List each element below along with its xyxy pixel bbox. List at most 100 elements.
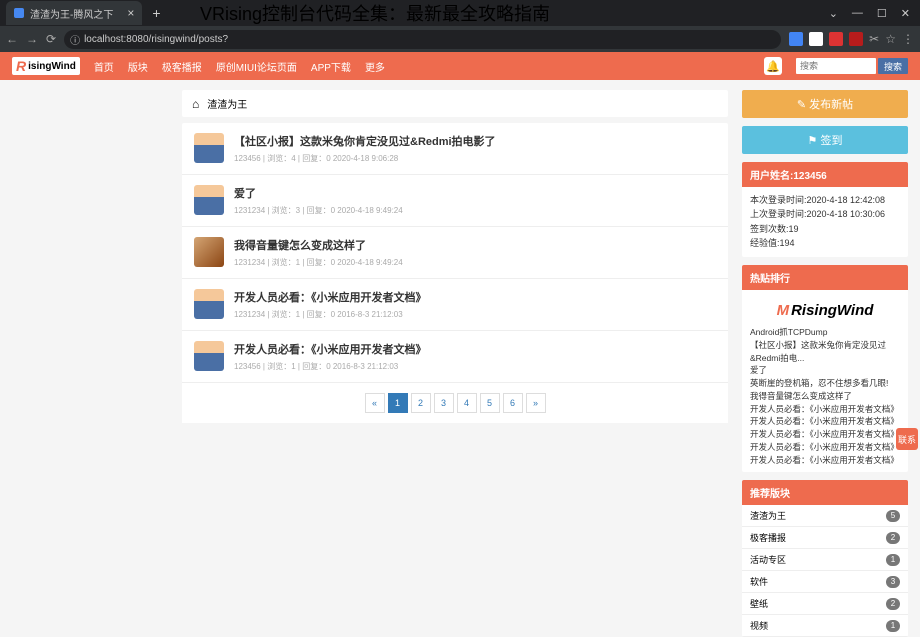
- user-info-line: 上次登录时间:2020-4-18 10:30:06: [750, 207, 900, 221]
- page-link[interactable]: 6: [503, 393, 523, 413]
- nav-boards[interactable]: 版块: [128, 59, 148, 74]
- browser-tab[interactable]: 渣渣为王-腾风之下 ×: [6, 1, 142, 25]
- post-title[interactable]: 开发人员必看：《小米应用开发者文档》: [234, 289, 716, 305]
- chevron-down-icon[interactable]: ⌄: [829, 7, 838, 20]
- count-badge: 1: [886, 620, 900, 632]
- rec-item[interactable]: 活动专区1: [742, 549, 908, 571]
- overlay-title: VRising控制台代码全集：最新最全攻略指南: [200, 0, 550, 26]
- post-meta: 1231234 | 浏览：3 | 回复：0 2020-4-18 9:49:24: [234, 205, 716, 216]
- url-input[interactable]: ⓘ localhost:8080/risingwind/posts?: [64, 30, 781, 49]
- post-meta: 1231234 | 浏览：1 | 回复：0 2016-8-3 21:12:03: [234, 309, 716, 320]
- avatar: [194, 289, 224, 319]
- hot-item[interactable]: 我得音量键怎么变成这样了: [750, 390, 900, 403]
- post-list: 【社区小报】这款米兔你肯定没见过&Redmi拍电影了 123456 | 浏览：4 …: [182, 123, 728, 383]
- post-meta: 123456 | 浏览：4 | 回复：0 2020-4-18 9:06:28: [234, 153, 716, 164]
- post-meta: 1231234 | 浏览：1 | 回复：0 2020-4-18 9:49:24: [234, 257, 716, 268]
- post-title[interactable]: 开发人员必看：《小米应用开发者文档》: [234, 341, 716, 357]
- site-search: 搜索: [796, 58, 908, 74]
- breadcrumb: ⌂ 渣渣为王: [182, 90, 728, 117]
- count-badge: 1: [886, 554, 900, 566]
- hot-item[interactable]: 开发人员必看：《小米应用开发者文档》: [750, 415, 900, 428]
- user-info-line: 签到次数:19: [750, 222, 900, 236]
- post-title[interactable]: 我得音量键怎么变成这样了: [234, 237, 716, 253]
- hot-item[interactable]: 开发人员必看：《小米应用开发者文档》: [750, 441, 900, 454]
- post-item[interactable]: 【社区小报】这款米兔你肯定没见过&Redmi拍电影了 123456 | 浏览：4 …: [182, 123, 728, 175]
- hot-item[interactable]: 开发人员必看：《小米应用开发者文档》: [750, 403, 900, 416]
- ext-icon[interactable]: [809, 32, 823, 46]
- avatar: [194, 341, 224, 371]
- breadcrumb-section[interactable]: 渣渣为王: [207, 96, 247, 111]
- tab-close-icon[interactable]: ×: [127, 6, 134, 20]
- page-link[interactable]: 4: [457, 393, 477, 413]
- hot-item[interactable]: 开发人员必看：《小米应用开发者文档》: [750, 428, 900, 441]
- menu-icon[interactable]: ⋮: [902, 32, 914, 46]
- maximize-icon[interactable]: ☐: [877, 7, 887, 20]
- new-tab-button[interactable]: +: [152, 5, 160, 21]
- page-link[interactable]: 1: [388, 393, 408, 413]
- nav-app[interactable]: APP下载: [311, 59, 351, 74]
- nav-home[interactable]: 首页: [94, 59, 114, 74]
- avatar: [194, 237, 224, 267]
- search-button[interactable]: 搜索: [878, 58, 908, 74]
- info-icon: ⓘ: [70, 32, 80, 47]
- hot-item[interactable]: 爱了: [750, 364, 900, 377]
- sign-in-button[interactable]: ⚑ 签到: [742, 126, 908, 154]
- nav-miui[interactable]: 原创MIUI论坛页面: [216, 59, 297, 74]
- rec-item[interactable]: 软件3: [742, 571, 908, 593]
- user-header: 用户姓名:123456: [742, 162, 908, 187]
- page-link[interactable]: »: [526, 393, 546, 413]
- page-link[interactable]: 2: [411, 393, 431, 413]
- nav-news[interactable]: 极客播报: [162, 59, 202, 74]
- post-title[interactable]: 爱了: [234, 185, 716, 201]
- contact-float[interactable]: 联系: [896, 428, 918, 450]
- ext-icon[interactable]: [849, 32, 863, 46]
- avatar: [194, 133, 224, 163]
- close-icon[interactable]: ✕: [901, 7, 910, 20]
- hot-panel: 热贴排行 RisingWind Android抓TCPDump【社区小报】这款米…: [742, 265, 908, 473]
- rec-item[interactable]: 渣渣为王5: [742, 505, 908, 527]
- favorite-icon[interactable]: ☆: [885, 32, 896, 46]
- ext-icon[interactable]: [829, 32, 843, 46]
- rec-header: 推荐版块: [742, 480, 908, 505]
- post-item[interactable]: 爱了 1231234 | 浏览：3 | 回复：0 2020-4-18 9:49:2…: [182, 175, 728, 227]
- count-badge: 2: [886, 598, 900, 610]
- ext-icon[interactable]: [789, 32, 803, 46]
- hot-item[interactable]: Android抓TCPDump: [750, 326, 900, 339]
- rec-item[interactable]: 极客播报2: [742, 527, 908, 549]
- avatar: [194, 185, 224, 215]
- post-item[interactable]: 开发人员必看：《小米应用开发者文档》 123456 | 浏览：1 | 回复：0 2…: [182, 331, 728, 383]
- count-badge: 3: [886, 576, 900, 588]
- hot-item[interactable]: 英断崖的登机箱，忍不住想多看几眼!: [750, 377, 900, 390]
- nav-more[interactable]: 更多: [365, 59, 385, 74]
- post-title[interactable]: 【社区小报】这款米兔你肯定没见过&Redmi拍电影了: [234, 133, 716, 149]
- post-item[interactable]: 开发人员必看：《小米应用开发者文档》 1231234 | 浏览：1 | 回复：0 …: [182, 279, 728, 331]
- page-link[interactable]: 5: [480, 393, 500, 413]
- page-link[interactable]: 3: [434, 393, 454, 413]
- hot-header: 热贴排行: [742, 265, 908, 290]
- post-item[interactable]: 我得音量键怎么变成这样了 1231234 | 浏览：1 | 回复：0 2020-4…: [182, 227, 728, 279]
- reload-icon[interactable]: ⟳: [46, 32, 56, 46]
- bell-icon[interactable]: 🔔: [764, 57, 782, 75]
- nav-fwd-icon[interactable]: →: [26, 32, 38, 46]
- window-controls: ⌄ — ☐ ✕: [819, 7, 920, 20]
- new-post-button[interactable]: ✎ 发布新帖: [742, 90, 908, 118]
- user-info-line: 本次登录时间:2020-4-18 12:42:08: [750, 193, 900, 207]
- tab-title: 渣渣为王-腾风之下: [30, 6, 113, 21]
- user-panel: 用户姓名:123456 本次登录时间:2020-4-18 12:42:08上次登…: [742, 162, 908, 257]
- post-meta: 123456 | 浏览：1 | 回复：0 2016-8-3 21:12:03: [234, 361, 716, 372]
- hot-item[interactable]: 开发人员必看：《小米应用开发者文档》: [750, 454, 900, 467]
- search-input[interactable]: [796, 58, 876, 74]
- user-info-line: 经验值:194: [750, 236, 900, 250]
- home-icon[interactable]: ⌂: [192, 97, 199, 111]
- count-badge: 2: [886, 532, 900, 544]
- hot-item[interactable]: 【社区小报】这款米兔你肯定没见过&Redmi拍电...: [750, 339, 900, 365]
- minimize-icon[interactable]: —: [852, 7, 863, 20]
- rec-item[interactable]: 壁纸2: [742, 593, 908, 615]
- page-link[interactable]: «: [365, 393, 385, 413]
- nav-back-icon[interactable]: ←: [6, 32, 18, 46]
- scissors-icon[interactable]: ✂: [869, 32, 879, 46]
- site-logo[interactable]: RisingWind: [12, 57, 80, 75]
- pagination: «123456»: [182, 383, 728, 423]
- rec-item[interactable]: 视频1: [742, 615, 908, 637]
- main-column: ⌂ 渣渣为王 【社区小报】这款米兔你肯定没见过&Redmi拍电影了 123456 …: [182, 90, 728, 637]
